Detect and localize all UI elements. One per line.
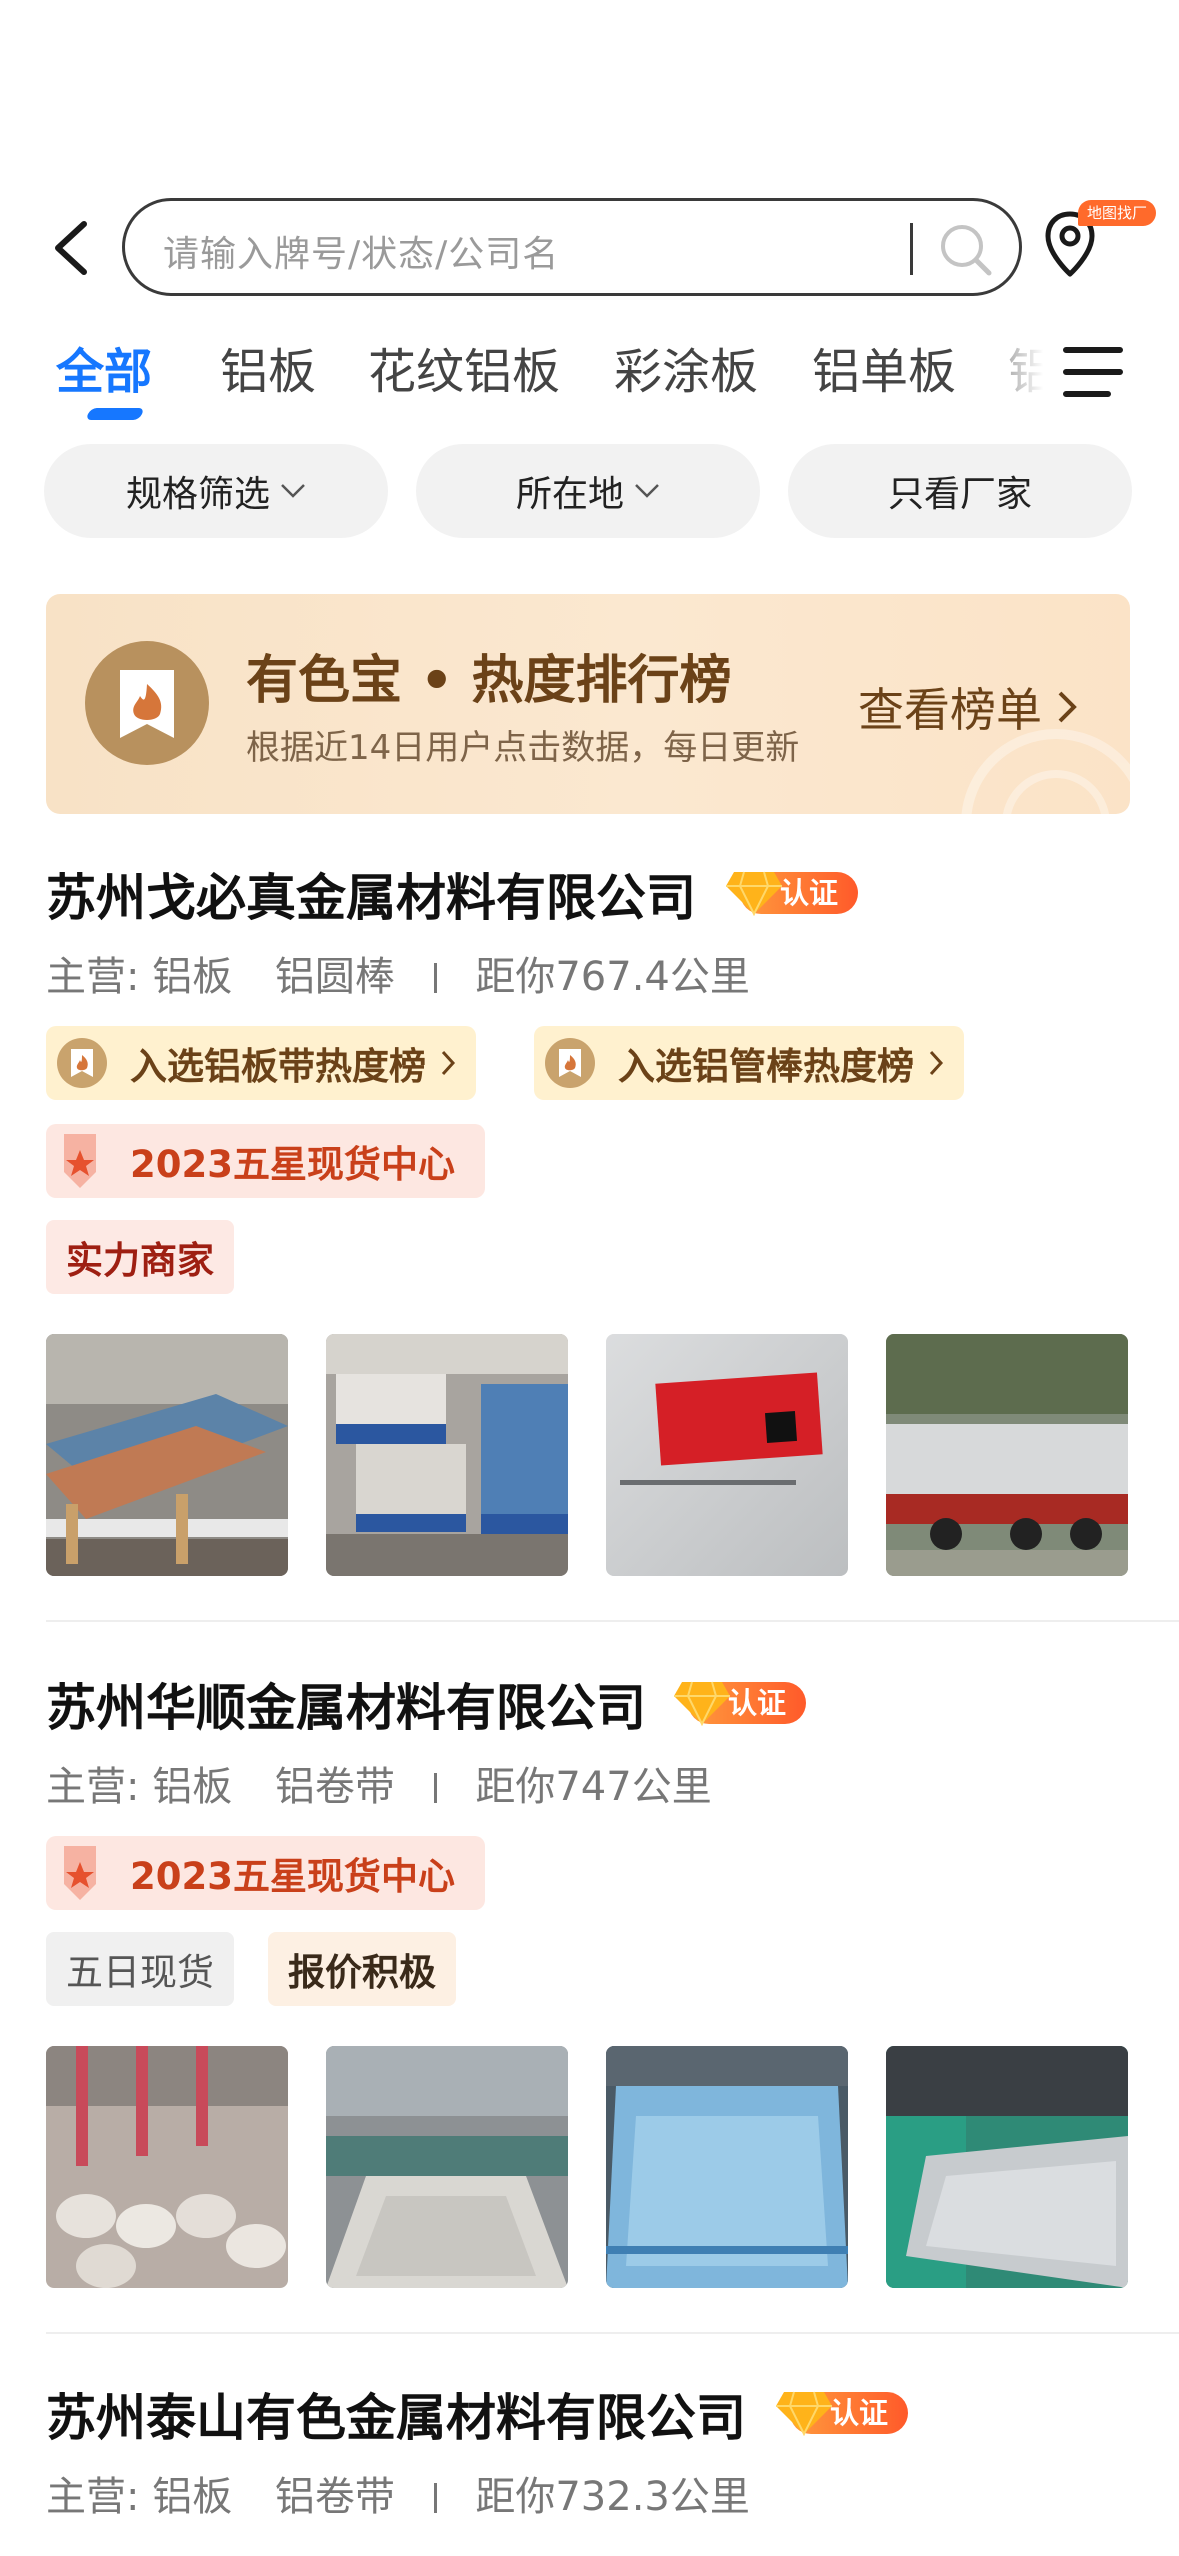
separator xyxy=(433,1773,437,1803)
chevron-right-icon xyxy=(929,1050,944,1076)
company-distance: 距你732.3公里 xyxy=(475,2474,750,2520)
company-photos xyxy=(46,1334,1136,1576)
product-photo[interactable] xyxy=(46,2046,288,2288)
rank-tag-label: 入选铝板带热度榜 xyxy=(130,1045,426,1088)
feature-tag: 报价积极 xyxy=(268,1932,456,2006)
company-card[interactable]: 苏州泰山有色金属材料有限公司 认证 主营: 铝板 铝卷带 距你732.3公里 xyxy=(46,2378,1179,2556)
company-distance: 距你747公里 xyxy=(475,1764,712,1810)
tab-aluminum-plate[interactable]: 铝板 xyxy=(220,332,316,402)
blue-film-plate-image xyxy=(606,2046,848,2288)
search-icon[interactable] xyxy=(937,221,995,279)
card-divider xyxy=(46,1620,1179,1622)
filter-location[interactable]: 所在地 xyxy=(416,444,760,538)
product-tag: 铝板 xyxy=(152,2474,233,2520)
rank-tag-tube[interactable]: 入选铝管棒热度榜 xyxy=(534,1026,964,1100)
fire-medal-icon xyxy=(545,1038,595,1088)
separator xyxy=(433,963,437,993)
view-ranking-link[interactable]: 查看榜单 xyxy=(858,674,1078,740)
cutting-machine-plate-image xyxy=(886,2046,1128,2288)
aluminum-plate-warehouse-image xyxy=(326,1334,568,1576)
filter-manufacturer-only[interactable]: 只看厂家 xyxy=(788,444,1132,538)
chevron-down-icon xyxy=(281,484,305,498)
star-medal-icon xyxy=(64,1134,96,1188)
tab-aluminum-panel[interactable]: 铝单板 xyxy=(812,332,956,402)
separator xyxy=(433,2483,437,2513)
company-card[interactable]: 苏州华顺金属材料有限公司 认证 主营: 铝板 铝卷带 距你747公里 2023五… xyxy=(46,1668,1179,2308)
aluminum-plate-workshop-image xyxy=(326,2046,568,2288)
diamond-icon xyxy=(674,1681,730,1726)
company-main-business: 主营: 铝板 铝卷带 距你747公里 xyxy=(46,1754,712,1812)
search-input[interactable]: 请输入牌号/状态/公司名 xyxy=(122,198,1022,296)
map-badge[interactable]: 地图找厂 xyxy=(1078,200,1157,226)
company-card[interactable]: 苏州戈必真金属材料有限公司 认证 主营: 铝板 铝圆棒 距你767.4公里 入选… xyxy=(46,858,1179,1588)
filter-manufacturer-label: 只看厂家 xyxy=(887,474,1032,515)
company-name: 苏州戈必真金属材料有限公司 xyxy=(46,869,696,927)
tab-all[interactable]: 全部 xyxy=(56,332,152,402)
view-ranking-label: 查看榜单 xyxy=(858,683,1042,737)
diamond-icon xyxy=(776,2391,832,2436)
company-name: 苏州华顺金属材料有限公司 xyxy=(46,1679,646,1737)
five-star-label: 2023五星现货中心 xyxy=(130,1855,455,1898)
filter-spec-label: 规格筛选 xyxy=(125,474,270,515)
banner-subtitle: 根据近14日用户点击数据，每日更新 xyxy=(246,728,800,768)
product-tag: 铝板 xyxy=(152,954,233,1000)
search-bar: 请输入牌号/状态/公司名 xyxy=(0,196,1179,300)
tab-color-coated[interactable]: 彩涂板 xyxy=(614,332,758,402)
five-star-label: 2023五星现货中心 xyxy=(130,1143,455,1186)
app-page: 请输入牌号/状态/公司名 地图找厂 全部 铝板 花纹铝板 彩涂板 铝单板 铝 规… xyxy=(0,0,1179,2556)
fire-medal-icon xyxy=(57,1038,107,1088)
product-photo[interactable] xyxy=(606,1334,848,1576)
product-tag: 铝卷带 xyxy=(274,1764,395,1810)
main-business-label: 主营: xyxy=(46,1764,140,1810)
aluminum-plate-label-image xyxy=(606,1334,848,1576)
aluminum-bar-truck-image xyxy=(886,1334,1128,1576)
certified-badge: 认证 xyxy=(776,2388,908,2436)
tab-active-indicator xyxy=(85,408,145,420)
main-business-label: 主营: xyxy=(46,2474,140,2520)
tab-patterned-plate[interactable]: 花纹铝板 xyxy=(368,332,560,402)
fire-medal-icon xyxy=(85,641,209,765)
product-tag: 铝卷带 xyxy=(274,2474,395,2520)
aluminum-coil-factory-image xyxy=(46,2046,288,2288)
certified-badge: 认证 xyxy=(674,1678,806,1726)
product-photo[interactable] xyxy=(46,1334,288,1576)
chevron-right-icon xyxy=(1058,691,1077,723)
filter-location-label: 所在地 xyxy=(515,474,624,515)
main-business-label: 主营: xyxy=(46,954,140,1000)
feature-tag: 实力商家 xyxy=(46,1220,234,1294)
chevron-down-icon xyxy=(635,484,659,498)
rank-tag-plate[interactable]: 入选铝板带热度榜 xyxy=(46,1026,476,1100)
product-photo[interactable] xyxy=(886,1334,1128,1576)
product-photo[interactable] xyxy=(606,2046,848,2288)
rank-tag-label: 入选铝管棒热度榜 xyxy=(618,1045,914,1088)
company-main-business: 主营: 铝板 铝圆棒 距你767.4公里 xyxy=(46,944,750,1002)
aluminum-plate-stack-image xyxy=(46,1334,288,1576)
back-icon[interactable] xyxy=(44,218,100,278)
chevron-right-icon xyxy=(441,1050,456,1076)
ranking-banner[interactable]: 有色宝 • 热度排行榜 根据近14日用户点击数据，每日更新 查看榜单 xyxy=(46,594,1130,814)
company-main-business: 主营: 铝板 铝卷带 距你732.3公里 xyxy=(46,2464,750,2522)
product-photo[interactable] xyxy=(886,2046,1128,2288)
five-star-tag: 2023五星现货中心 xyxy=(46,1124,485,1198)
menu-icon[interactable] xyxy=(1062,342,1124,402)
company-distance: 距你767.4公里 xyxy=(475,954,750,1000)
diamond-icon xyxy=(726,871,782,916)
search-placeholder: 请输入牌号/状态/公司名 xyxy=(163,234,560,275)
product-photo[interactable] xyxy=(326,2046,568,2288)
star-medal-icon xyxy=(64,1846,96,1900)
product-photo[interactable] xyxy=(326,1334,568,1576)
company-photos xyxy=(46,2046,1136,2288)
five-star-tag: 2023五星现货中心 xyxy=(46,1836,485,1910)
category-tabs: 全部 铝板 花纹铝板 彩涂板 铝单板 铝 xyxy=(0,326,1179,426)
product-tag: 铝板 xyxy=(152,1764,233,1810)
certified-badge: 认证 xyxy=(726,868,858,916)
filter-spec[interactable]: 规格筛选 xyxy=(44,444,388,538)
company-name: 苏州泰山有色金属材料有限公司 xyxy=(46,2389,746,2447)
feature-tag: 五日现货 xyxy=(46,1932,234,2006)
card-divider xyxy=(46,2332,1179,2334)
filter-bar: 规格筛选 所在地 只看厂家 xyxy=(0,444,1179,540)
product-tag: 铝圆棒 xyxy=(274,954,395,1000)
banner-title: 有色宝 • 热度排行榜 xyxy=(246,651,732,711)
search-divider xyxy=(910,223,913,275)
